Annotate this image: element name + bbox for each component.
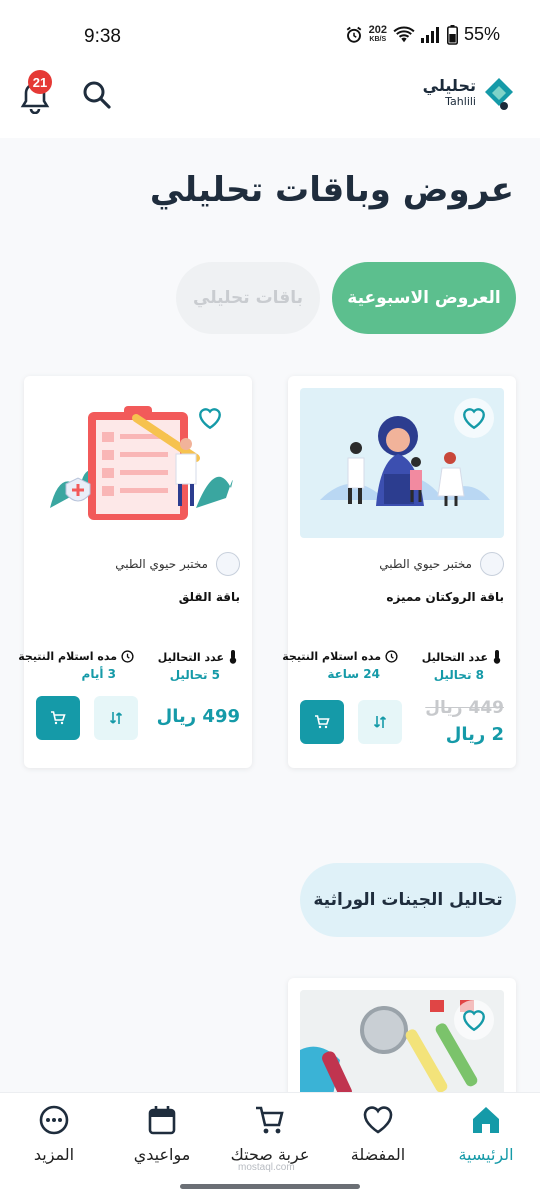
lab-logo-icon bbox=[216, 552, 240, 576]
price: 499 ريال bbox=[156, 706, 240, 727]
favorite-button[interactable] bbox=[454, 1000, 494, 1040]
heart-icon bbox=[199, 408, 221, 430]
watermark: mostaql.com bbox=[238, 1162, 295, 1173]
search-icon[interactable] bbox=[82, 80, 112, 110]
heart-icon bbox=[363, 1106, 393, 1134]
gesture-home-bar[interactable] bbox=[180, 1184, 360, 1189]
nav-more-label: المزيد bbox=[33, 1145, 75, 1164]
favorite-button[interactable] bbox=[190, 398, 230, 438]
package-image bbox=[36, 388, 240, 538]
lab-name: مختبر حيوي الطبي bbox=[379, 557, 472, 571]
tests-count-value: 5 تحاليل bbox=[169, 668, 220, 682]
tests-count: عدد التحاليل 5 تحاليل bbox=[158, 650, 238, 682]
nav-favorites-label: المفضلة bbox=[350, 1145, 406, 1164]
logo-text-en: Tahlili bbox=[445, 95, 476, 108]
compare-arrows-icon bbox=[109, 712, 123, 724]
nav-more[interactable]: المزيد bbox=[4, 1103, 104, 1164]
nav-appointments-label: مواعيدي bbox=[133, 1145, 191, 1164]
status-icons: 202 KB/S 55% bbox=[345, 24, 500, 45]
old-price: 449 ريال bbox=[425, 698, 504, 718]
package-image bbox=[300, 388, 504, 538]
lab-info: مختبر حيوي الطبي bbox=[115, 552, 240, 576]
logo-mark-icon bbox=[485, 78, 513, 110]
result-time: مده استلام النتيجة 24 ساعة bbox=[282, 650, 398, 681]
tab-weekly-offers[interactable]: العروض الاسبوعية bbox=[332, 262, 516, 334]
signal-icon bbox=[420, 26, 439, 43]
wifi-icon bbox=[393, 26, 415, 42]
clock-icon bbox=[121, 650, 134, 663]
tests-count: عدد التحاليل 8 تحاليل bbox=[422, 650, 502, 682]
status-bar: 9:38 202 KB/S 55% bbox=[0, 0, 540, 62]
home-icon bbox=[473, 1107, 499, 1133]
network-speed: 202 KB/S bbox=[368, 23, 387, 43]
favorite-button[interactable] bbox=[454, 398, 494, 438]
nav-home[interactable]: الرئيسية bbox=[436, 1103, 536, 1164]
price: 2 ريال bbox=[445, 724, 504, 745]
clock-icon bbox=[385, 650, 398, 663]
nav-home-label: الرئيسية bbox=[458, 1145, 514, 1164]
battery-icon bbox=[446, 24, 458, 45]
package-card[interactable]: مختبر حيوي الطبي باقة القلق عدد التحاليل… bbox=[18, 376, 252, 768]
app-logo[interactable]: تحليلي Tahlili bbox=[423, 76, 516, 112]
battery-percent: 55% bbox=[463, 24, 500, 44]
heart-icon bbox=[463, 1010, 485, 1032]
calendar-icon bbox=[148, 1106, 176, 1135]
notification-badge: 21 bbox=[28, 70, 52, 94]
page-title: عروض وباقات تحليلي bbox=[149, 170, 514, 210]
compare-button[interactable] bbox=[94, 696, 138, 740]
status-time: 9:38 bbox=[84, 26, 121, 47]
add-to-cart-button[interactable] bbox=[300, 700, 344, 744]
thermometer-icon bbox=[493, 650, 501, 664]
nav-favorites[interactable]: المفضلة bbox=[328, 1103, 428, 1164]
cart-icon bbox=[256, 1106, 284, 1134]
lab-logo-icon bbox=[480, 552, 504, 576]
nav-appointments[interactable]: مواعيدي bbox=[112, 1103, 212, 1164]
compare-button[interactable] bbox=[358, 700, 402, 744]
lab-name: مختبر حيوي الطبي bbox=[115, 557, 208, 571]
package-name: باقة الروكتان مميزه bbox=[386, 590, 504, 604]
result-time-value: 3 أيام bbox=[81, 667, 116, 681]
compare-arrows-icon bbox=[373, 716, 387, 728]
result-time: مده استلام النتيجة 3 أيام bbox=[18, 650, 134, 681]
cart-icon bbox=[315, 715, 330, 729]
thermometer-icon bbox=[229, 650, 237, 664]
heart-icon bbox=[463, 408, 485, 430]
cart-icon bbox=[51, 711, 66, 725]
result-time-value: 24 ساعة bbox=[327, 667, 380, 681]
alarm-icon bbox=[346, 26, 361, 43]
nav-cart[interactable]: عربة صحتك bbox=[220, 1103, 320, 1164]
package-name: باقة القلق bbox=[178, 590, 240, 604]
app-header: 21 تحليلي Tahlili bbox=[0, 62, 540, 138]
section-genetic-tests[interactable]: تحاليل الجينات الوراثية bbox=[300, 863, 516, 937]
package-card[interactable]: مختبر حيوي الطبي باقة الروكتان مميزه عدد… bbox=[282, 376, 516, 768]
logo-text-ar: تحليلي bbox=[422, 76, 476, 95]
lab-info: مختبر حيوي الطبي bbox=[379, 552, 504, 576]
tab-tahlili-packages[interactable]: باقات تحليلي bbox=[176, 262, 320, 334]
more-icon bbox=[39, 1105, 69, 1135]
add-to-cart-button[interactable] bbox=[36, 696, 80, 740]
tests-count-value: 8 تحاليل bbox=[433, 668, 484, 682]
